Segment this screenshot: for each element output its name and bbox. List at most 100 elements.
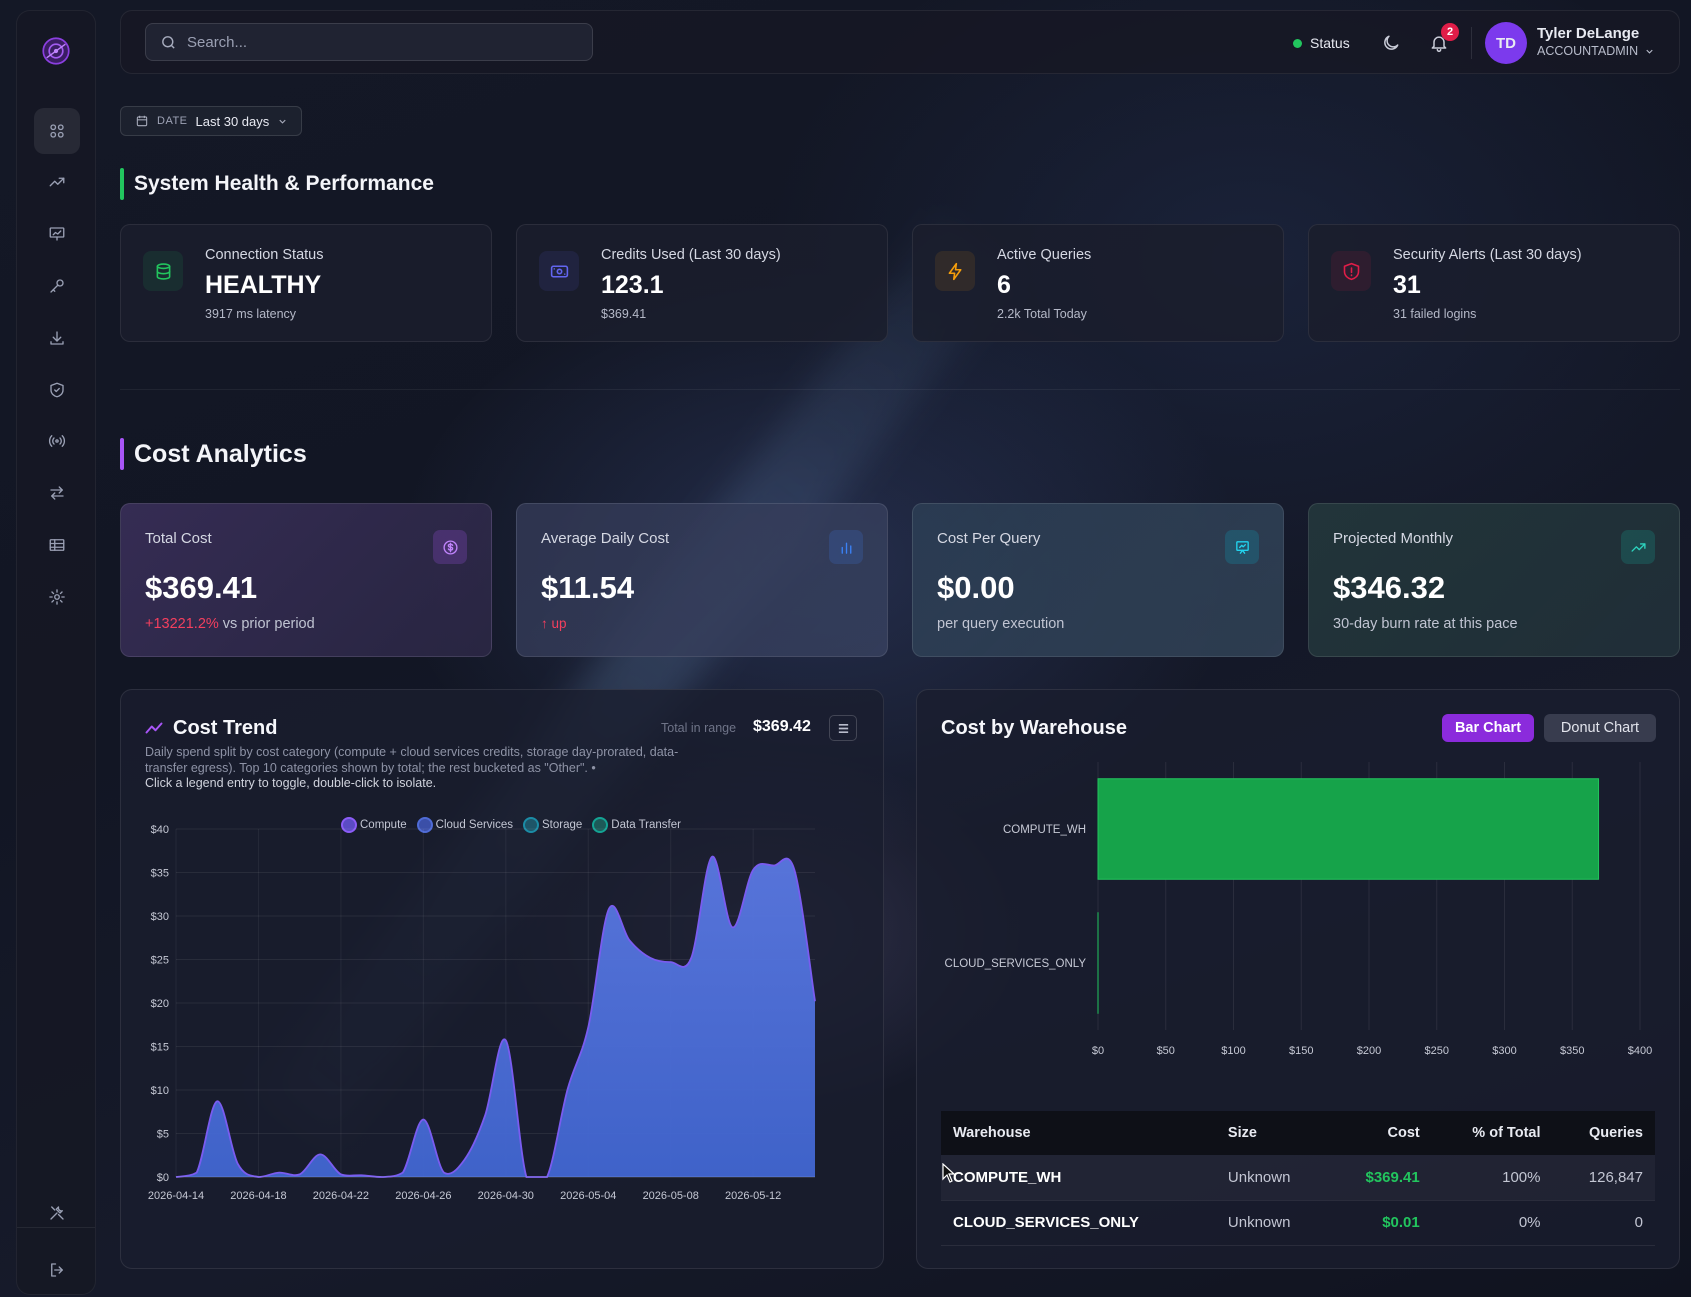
table-row[interactable]: COMPUTE_WH Unknown $369.41 100% 126,847 xyxy=(941,1155,1655,1201)
cost-card-projected-monthly: Projected Monthly $346.32 30-day burn ra… xyxy=(1308,503,1680,657)
user-role: ACCOUNTADMIN xyxy=(1537,44,1639,58)
y-tick-label: CLOUD_SERVICES_ONLY xyxy=(945,958,1087,970)
sidebar-item-dashboard[interactable] xyxy=(34,108,80,154)
y-tick-label: $0 xyxy=(157,1172,169,1184)
app-logo-icon[interactable] xyxy=(36,31,76,71)
y-tick-label: $5 xyxy=(157,1129,169,1141)
sidebar xyxy=(16,10,96,1295)
sidebar-item-streams[interactable] xyxy=(34,418,80,464)
status-dot xyxy=(1293,38,1302,48)
column-header-size[interactable]: Size xyxy=(1215,1111,1330,1155)
card-title: Security Alerts (Last 30 days) xyxy=(1393,247,1582,263)
x-tick-label: $0 xyxy=(1092,1045,1104,1057)
card-value: $11.54 xyxy=(541,570,635,605)
tools-icon xyxy=(50,1206,64,1220)
y-tick-label: $40 xyxy=(151,824,169,836)
search-box[interactable] xyxy=(145,23,593,61)
shield-icon xyxy=(50,382,64,398)
presentation-chart-icon xyxy=(49,227,65,241)
card-subtext: +13221.2% vs prior period xyxy=(145,616,315,632)
sidebar-item-security[interactable] xyxy=(34,367,80,413)
shield-alert-icon xyxy=(1331,251,1371,291)
cell-warehouse: COMPUTE_WH xyxy=(941,1155,1216,1201)
sidebar-item-reports[interactable] xyxy=(34,211,80,257)
card-subtext: 31 failed logins xyxy=(1393,307,1477,321)
download-icon xyxy=(50,331,64,345)
sidebar-item-keys[interactable] xyxy=(34,263,80,309)
card-title: Average Daily Cost xyxy=(541,530,670,547)
date-filter-value: Last 30 days xyxy=(195,113,270,129)
grid-icon xyxy=(50,124,64,138)
cost-by-warehouse-panel: Cost by Warehouse Bar Chart Donut Chart … xyxy=(916,689,1680,1269)
trending-up-icon xyxy=(49,177,65,187)
series-area-compute xyxy=(176,856,815,1177)
column-header-queries[interactable]: Queries xyxy=(1552,1111,1655,1155)
sidebar-item-settings[interactable] xyxy=(34,574,80,620)
x-tick-label: $100 xyxy=(1221,1045,1245,1057)
table-icon xyxy=(49,539,65,551)
card-subtext: 2.2k Total Today xyxy=(997,307,1087,321)
x-tick-label: $150 xyxy=(1289,1045,1313,1057)
sidebar-item-logout[interactable] xyxy=(34,1247,80,1293)
chevron-down-icon xyxy=(279,119,286,124)
cell-percent: 100% xyxy=(1431,1155,1553,1201)
y-tick-label: $20 xyxy=(151,998,169,1010)
column-header-cost[interactable]: Cost xyxy=(1329,1111,1432,1155)
x-tick-label: 2026-05-04 xyxy=(560,1190,616,1202)
cell-size: Unknown xyxy=(1215,1200,1330,1246)
card-title: Connection Status xyxy=(205,247,324,263)
search-input[interactable] xyxy=(187,33,567,51)
card-subtext: per query execution xyxy=(937,616,1065,632)
sidebar-item-tools[interactable] xyxy=(34,1190,80,1236)
card-title: Projected Monthly xyxy=(1333,530,1454,547)
arrows-swap-icon xyxy=(50,486,64,500)
health-card-connection: Connection Status HEALTHY 3917 ms latenc… xyxy=(120,224,492,342)
sidebar-divider xyxy=(17,1227,95,1228)
sidebar-item-transfers[interactable] xyxy=(34,470,80,516)
delta-label: vs prior period xyxy=(218,616,315,632)
header-divider xyxy=(1471,27,1472,59)
avatar[interactable]: TD xyxy=(1485,22,1527,64)
cost-card-average-daily: Average Daily Cost $11.54 ↑ up xyxy=(516,503,888,657)
y-tick-label: $35 xyxy=(151,868,169,880)
section-title-text: Cost Analytics xyxy=(134,439,307,468)
table-row[interactable]: CLOUD_SERVICES_ONLY Unknown $0.01 0% 0 xyxy=(941,1200,1655,1246)
date-filter-label: DATE xyxy=(157,115,188,127)
bar-compute-wh[interactable] xyxy=(1097,778,1600,880)
x-tick-label: 2026-05-08 xyxy=(643,1190,699,1202)
x-tick-label: $200 xyxy=(1357,1045,1381,1057)
card-value: $346.32 xyxy=(1333,570,1446,605)
trend-indicator: ↑ up xyxy=(541,616,567,631)
y-tick-label: $15 xyxy=(151,1042,169,1054)
section-accent-bar xyxy=(120,438,124,470)
column-header-warehouse[interactable]: Warehouse xyxy=(941,1111,1216,1155)
sidebar-item-trends[interactable] xyxy=(34,159,80,205)
x-tick-label: $50 xyxy=(1157,1045,1175,1057)
section-title-text: System Health & Performance xyxy=(134,172,434,195)
card-value: 123.1 xyxy=(601,271,664,299)
date-range-filter[interactable]: DATE Last 30 days xyxy=(120,106,302,136)
lightning-icon xyxy=(935,251,975,291)
status-indicator[interactable]: Status xyxy=(1293,35,1350,51)
column-header-percent[interactable]: % of Total xyxy=(1431,1111,1553,1155)
bar-chart-icon xyxy=(829,530,863,564)
x-tick-label: $300 xyxy=(1492,1045,1516,1057)
chevron-down-icon xyxy=(1646,49,1653,54)
y-tick-label: $25 xyxy=(151,955,169,967)
theme-toggle-button[interactable] xyxy=(1377,29,1405,57)
user-name[interactable]: Tyler DeLange xyxy=(1537,25,1639,42)
x-tick-label: 2026-04-14 xyxy=(148,1190,204,1202)
cell-cost: $0.01 xyxy=(1329,1200,1432,1246)
presentation-chart-icon xyxy=(1225,530,1259,564)
card-value: 6 xyxy=(997,271,1011,299)
cell-cost: $369.41 xyxy=(1329,1155,1432,1201)
x-tick-label: 2026-04-22 xyxy=(313,1190,369,1202)
warehouse-table: Warehouse Size Cost % of Total Queries C… xyxy=(941,1111,1655,1246)
sidebar-item-tables[interactable] xyxy=(34,522,80,568)
user-role-dropdown[interactable]: ACCOUNTADMIN xyxy=(1537,44,1655,58)
y-tick-label: $30 xyxy=(151,911,169,923)
sidebar-item-downloads[interactable] xyxy=(34,315,80,361)
notifications-button[interactable]: 2 xyxy=(1425,23,1459,57)
warehouse-bar-chart: $0 $50 $100 $150 $200 $250 $300 $350 $400 COMPUTE… xyxy=(945,762,1652,1057)
x-tick-label: 2026-05-12 xyxy=(725,1190,781,1202)
